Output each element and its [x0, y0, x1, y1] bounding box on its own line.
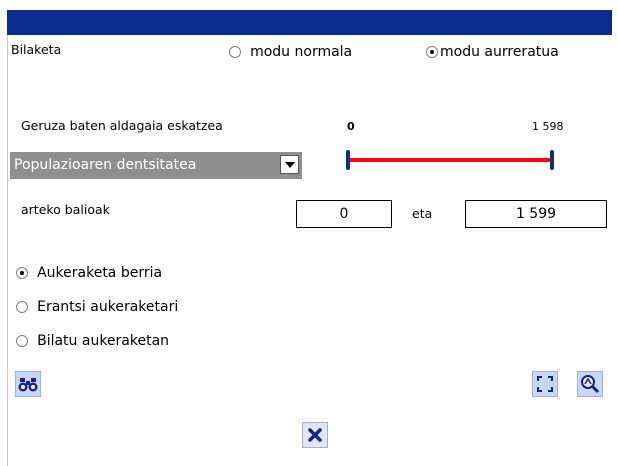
slider-min-label: 0: [347, 120, 355, 133]
range-slider-track[interactable]: [348, 158, 552, 162]
search-button[interactable]: [15, 371, 41, 397]
range-slider-low-handle[interactable]: [346, 150, 350, 170]
page-title: Bilaketa: [11, 42, 62, 57]
header-band: [7, 10, 612, 35]
search-panel: [7, 35, 613, 466]
chevron-down-icon[interactable]: [280, 155, 299, 174]
selection-option-new[interactable]: Aukeraketa berria: [16, 262, 162, 281]
query-label: Geruza baten aldagaia eskatzea: [21, 118, 223, 133]
selection-option-append[interactable]: Erantsi aukeraketari: [16, 296, 178, 315]
range-label: arteko balioak: [21, 202, 110, 217]
selection-new-radio[interactable]: [16, 266, 28, 279]
variable-select[interactable]: Populazioaren dentsitatea: [10, 152, 302, 179]
selection-new-label: Aukeraketa berria: [37, 265, 163, 281]
binoculars-icon: [18, 378, 38, 392]
zoom-icon: [581, 375, 600, 394]
mode-normal-radio[interactable]: [229, 45, 241, 58]
zoom-button[interactable]: [577, 371, 603, 397]
slider-max-label: 1 598: [532, 120, 564, 133]
variable-select-value: Populazioaren dentsitatea: [14, 157, 197, 173]
selection-option-search-within[interactable]: Bilatu aukeraketan: [16, 330, 169, 349]
mode-advanced-radio-group[interactable]: modu aurreratua: [426, 41, 559, 60]
window-header: [0, 0, 618, 35]
selection-append-radio[interactable]: [16, 300, 28, 313]
selection-search-within-label: Bilatu aukeraketan: [37, 333, 170, 349]
close-button[interactable]: [302, 422, 328, 448]
fullscreen-button[interactable]: [532, 371, 558, 397]
mode-normal-label: modu normala: [250, 44, 353, 60]
range-from-input[interactable]: 0: [296, 200, 392, 228]
fullscreen-icon: [537, 376, 553, 392]
mode-advanced-label: modu aurreratua: [440, 44, 559, 60]
range-conjunction: eta: [412, 206, 433, 221]
selection-append-label: Erantsi aukeraketari: [37, 299, 179, 315]
close-icon: [308, 428, 322, 442]
mode-normal-radio-group[interactable]: modu normala: [229, 41, 352, 60]
selection-search-within-radio[interactable]: [16, 334, 28, 347]
mode-advanced-radio[interactable]: [426, 45, 438, 58]
range-to-input[interactable]: 1 599: [465, 200, 607, 228]
range-slider-high-handle[interactable]: [550, 150, 554, 170]
